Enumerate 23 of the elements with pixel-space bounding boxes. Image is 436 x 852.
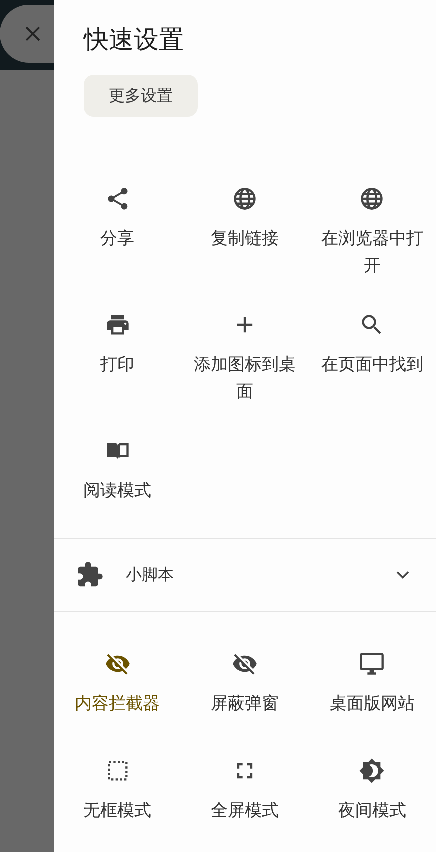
toggle-label[interactable]: 无框模式 <box>84 798 152 825</box>
panel-title: 快速设置 <box>84 24 184 56</box>
scripts-row[interactable]: 小脚本 <box>54 539 436 611</box>
action-label[interactable]: 添加图标到桌面 <box>187 352 303 406</box>
action-label[interactable]: 阅读模式 <box>84 478 152 532</box>
puzzle-icon <box>76 561 104 589</box>
action-label[interactable]: 复制链接 <box>210 226 279 280</box>
monitor-icon <box>359 651 386 677</box>
action-label[interactable]: 打印 <box>100 352 135 406</box>
more-settings-button[interactable]: 更多设置 <box>84 75 198 117</box>
toggle-label[interactable]: 桌面版网站 <box>330 691 415 718</box>
action-label[interactable]: 分享 <box>100 226 135 280</box>
action-label[interactable]: 在浏览器中打开 <box>314 226 430 280</box>
toggle-label[interactable]: 全屏模式 <box>210 798 279 825</box>
globe-icon <box>359 186 386 212</box>
night-mode-icon <box>359 758 386 784</box>
close-button[interactable] <box>0 5 54 63</box>
toggle-label[interactable]: 内容拦截器 <box>75 691 160 718</box>
toggle-label[interactable]: 夜间模式 <box>338 798 406 825</box>
toggle-label[interactable]: 屏蔽弹窗 <box>210 691 279 718</box>
scripts-label: 小脚本 <box>126 564 175 586</box>
globe-icon <box>232 186 258 212</box>
action-label[interactable]: 在页面中找到 <box>321 352 424 406</box>
